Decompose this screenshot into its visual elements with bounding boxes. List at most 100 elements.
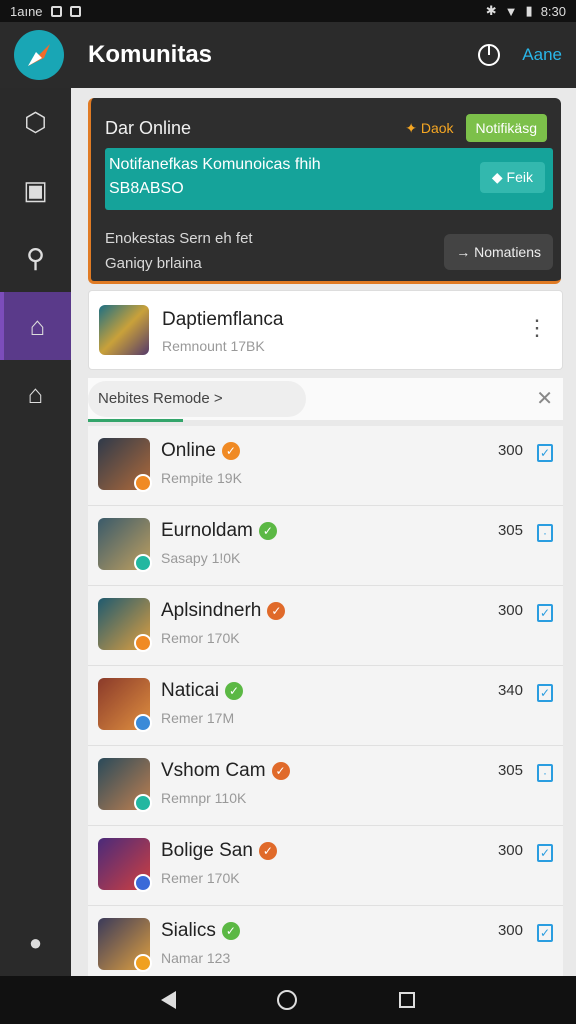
avatar	[98, 678, 152, 732]
sidebar-item-community[interactable]: ⌂	[0, 292, 71, 360]
member-name: Online ✓	[161, 440, 240, 462]
status-icon: ✓	[258, 521, 277, 540]
app-logo-icon[interactable]	[14, 30, 64, 80]
sidebar-item-search[interactable]: ⚲	[0, 224, 71, 292]
status-icon: ✓	[221, 921, 240, 940]
screen: 1aıne ✱ ▼ ▮ 8:30 Komunitas Aane ⬡ ▣ ⚲ ⌂ …	[0, 0, 576, 1024]
avatar-badge-icon	[134, 474, 152, 492]
banner-line1: Notifanefkas Komunoicas fhih	[109, 156, 321, 173]
avatar	[98, 838, 152, 892]
account-link[interactable]: Aane	[522, 45, 562, 65]
more-options-icon[interactable]: ⋮	[526, 315, 548, 341]
feature-avatar	[99, 305, 149, 355]
avatar-badge-icon	[134, 634, 152, 652]
member-name: Naticai ✓	[161, 680, 244, 702]
status-icon: ✓	[271, 761, 290, 780]
status-bar: 1aıne ✱ ▼ ▮ 8:30	[0, 0, 576, 22]
feature-card[interactable]: Daptiemflanca Remnount 17BK ⋮	[88, 290, 563, 370]
list-item[interactable]: Online ✓ Rempite 19K 300 ✓	[88, 426, 563, 506]
avatar-badge-icon	[134, 714, 152, 732]
back-label: Daok	[420, 119, 454, 136]
notification-button[interactable]: Notifikäsg	[465, 114, 547, 142]
member-name: Eurnoldam ✓	[161, 520, 277, 542]
status-time: 8:30	[540, 3, 566, 19]
status-icon: ✓	[221, 441, 240, 460]
home-nav-icon[interactable]	[277, 990, 298, 1010]
search-icon: ⚲	[25, 242, 46, 273]
carrier-label: 1aıne	[10, 3, 43, 19]
checkbox[interactable]: ✓	[537, 684, 553, 702]
power-icon[interactable]	[478, 44, 501, 66]
online-card-title: Dar Online	[105, 117, 192, 138]
member-name: Sialics ✓	[161, 920, 240, 942]
avatar-badge-icon	[134, 954, 152, 972]
close-icon[interactable]: ✕	[536, 386, 553, 411]
fork-button[interactable]: ◆ Feik	[479, 162, 545, 193]
member-name-text: Naticai	[161, 680, 220, 701]
notifications-label: Nomatiens	[474, 244, 541, 260]
member-name: Vshom Cam ✓	[161, 760, 290, 782]
member-count: 340	[497, 682, 523, 699]
list-item[interactable]: Eurnoldam ✓ Sasapy 1!0K 305 ·	[88, 506, 563, 586]
image-notification-icon	[50, 5, 62, 17]
avatar-badge-icon	[134, 554, 152, 572]
battery-icon: ▮	[525, 3, 533, 18]
app-bar: Komunitas Aane	[0, 22, 576, 88]
member-count: 300	[497, 842, 523, 859]
checkbox[interactable]: ✓	[537, 844, 553, 862]
banner-line2: SB8ABSO	[109, 180, 184, 197]
member-count: 300	[497, 922, 523, 939]
list-item[interactable]: Aplsindnerh ✓ Remor 170K 300 ✓	[88, 586, 563, 666]
member-subtitle: Sasapy 1!0K	[161, 550, 241, 566]
notification-banner[interactable]: Notifanefkas Komunoicas fhih SB8ABSO ◆ F…	[105, 148, 553, 210]
box-icon: ⬡	[24, 106, 47, 137]
avatar-badge-icon	[134, 874, 152, 892]
filter-chip[interactable]: Nebites Remode >	[88, 381, 306, 417]
inbox-icon: ▣	[23, 174, 48, 205]
member-subtitle: Remer 17M	[161, 710, 235, 726]
avatar	[98, 438, 152, 492]
bluetooth-icon: ✱	[485, 3, 497, 18]
main-content: Dar Online ✦ Daok Notifikäsg Notifanefka…	[71, 88, 576, 976]
community-icon: ⌂	[29, 310, 46, 341]
sidebar-item-store[interactable]: ⌂	[0, 360, 71, 428]
card-text-2: Ganiqy brlaina	[105, 255, 202, 272]
member-name-text: Sialics	[161, 920, 216, 941]
feature-title: Daptiemflanca	[162, 309, 284, 330]
member-name-text: Aplsindnerh	[161, 600, 262, 621]
sidebar-item-inbox[interactable]: ▣	[0, 156, 71, 224]
member-name-text: Eurnoldam	[161, 520, 253, 541]
member-subtitle: Namar 123	[161, 950, 231, 966]
checkbox[interactable]: ✓	[537, 604, 553, 622]
feature-subtitle: Remnount 17BK	[162, 338, 265, 354]
list-item[interactable]: Sialics ✓ Namar 123 300 ✓	[88, 906, 563, 976]
checkbox[interactable]: ·	[537, 764, 553, 782]
member-subtitle: Rempite 19K	[161, 470, 242, 486]
checkbox[interactable]: ✓	[537, 444, 553, 462]
member-count: 305	[497, 522, 523, 539]
list-item[interactable]: Vshom Cam ✓ Remnpr 110K 305 ·	[88, 746, 563, 826]
member-name-text: Online	[161, 440, 216, 461]
status-icon: ✓	[225, 681, 244, 700]
card-text-1: Enokestas Sern eh fet	[105, 230, 253, 247]
list-item[interactable]: Bolige San ✓ Remer 170K 300 ✓	[88, 826, 563, 906]
bulb-icon[interactable]: ●	[0, 930, 71, 956]
checkbox[interactable]: ·	[537, 524, 553, 542]
status-icon: ✓	[267, 601, 286, 620]
member-count: 305	[497, 762, 523, 779]
avatar	[98, 518, 152, 572]
sidebar-item-packages[interactable]: ⬡	[0, 88, 71, 156]
app-title: Komunitas	[88, 41, 213, 68]
checkbox[interactable]: ✓	[537, 924, 553, 942]
recent-nav-icon[interactable]	[399, 992, 416, 1008]
member-subtitle: Remnpr 110K	[161, 790, 247, 806]
list-item[interactable]: Naticai ✓ Remer 17M 340 ✓	[88, 666, 563, 746]
avatar	[98, 598, 152, 652]
filter-row: Nebites Remode > ✕	[88, 378, 563, 422]
member-list: Online ✓ Rempite 19K 300 ✓ Eurnoldam ✓ Sasapy 1…	[88, 426, 563, 976]
back-nav-icon[interactable]	[160, 991, 176, 1009]
notifications-button[interactable]: → Nomatiens	[444, 234, 553, 270]
status-icon: ✓	[258, 841, 277, 860]
back-button[interactable]: ✦ Daok	[405, 120, 453, 137]
filter-underline	[88, 419, 183, 422]
